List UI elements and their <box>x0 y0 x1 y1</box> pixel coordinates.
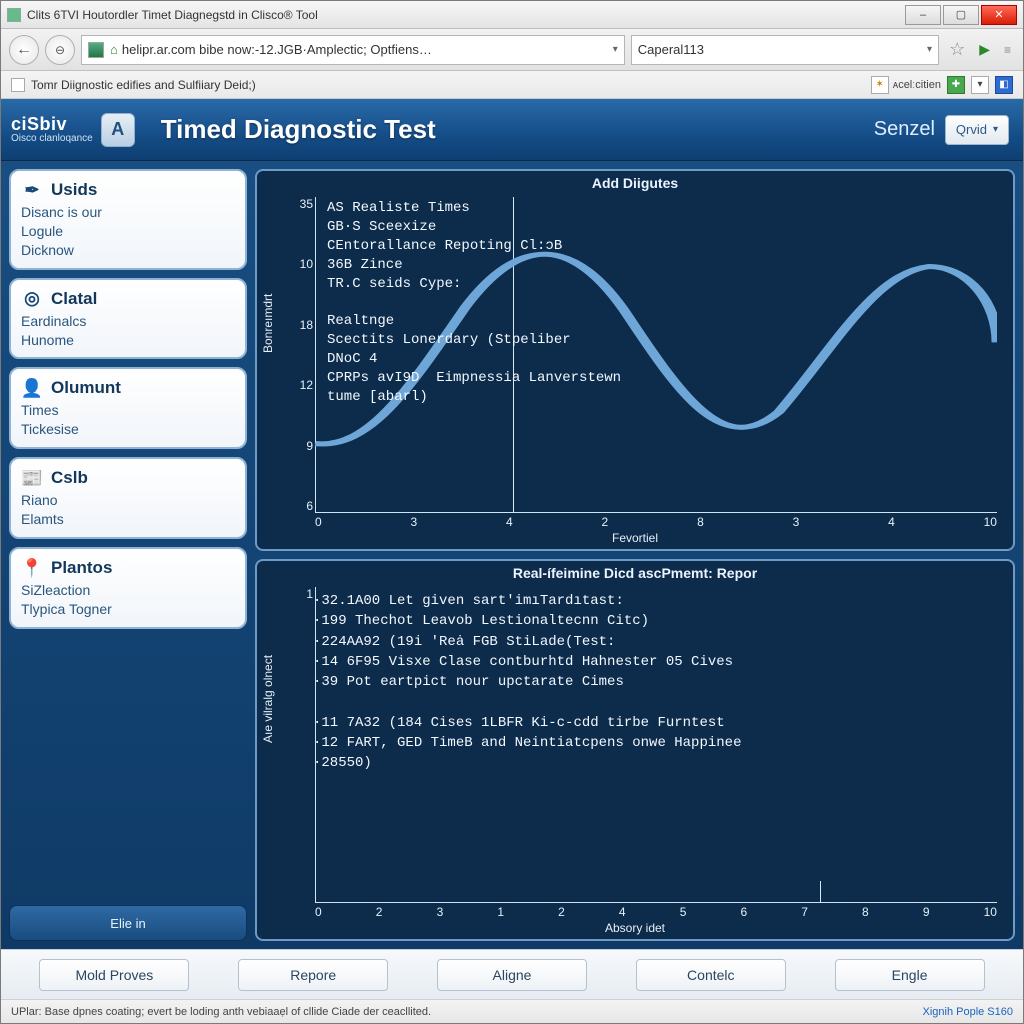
chart-yticks: 1 <box>287 587 313 903</box>
chart-overlay-text: ·32.1A00 Let given sart'imıTardıtast: ·1… <box>313 591 993 774</box>
browser-tab-row: Tomr Diignostic edifies and Sulfiiary De… <box>1 71 1023 99</box>
url-scheme-icon: ⌂ <box>110 42 118 57</box>
footer-button[interactable]: Engle <box>835 959 985 991</box>
app-window: Clits 6TVI Houtordler Timet Diagnegstd i… <box>0 0 1024 1024</box>
header-dropdown-label: Qrvid <box>956 122 987 137</box>
sidebar-item-title: Cslb <box>51 468 88 488</box>
signin-label: Elie in <box>110 916 145 931</box>
chart-ylabel: Aıe vilralg olnect <box>261 655 275 743</box>
pin-icon: 📍 <box>21 557 43 579</box>
sidebar-item-sub: Eardinalcs Hunome <box>21 312 235 350</box>
footer-button[interactable]: Repore <box>238 959 388 991</box>
sidebar-item-sub: Disanc is our Logule Dicknow <box>21 203 235 260</box>
page-title: Timed Diagnostic Test <box>161 114 436 145</box>
sidebar-item-title: Usids <box>51 180 97 200</box>
url-bar[interactable]: ⌂ helipr.ar.com bibe now:-12.JGB·Amplect… <box>81 35 625 65</box>
chart-xticks: 0231245678910 <box>315 905 997 919</box>
go-button[interactable]: ▶ <box>975 41 994 58</box>
tab-favicon <box>11 78 25 92</box>
bottom-button-row: Mold Proves Repore Aligne Contelc Engle <box>1 949 1023 999</box>
chart-panel-top: Add Diigutes Bonreımdrt Fevortiel 351018… <box>255 169 1015 551</box>
sidebar-item-usids[interactable]: ✒ Usids Disanc is our Logule Dicknow <box>9 169 247 270</box>
url-dropdown-icon[interactable]: ▾ <box>607 44 618 55</box>
chart-xlabel: Fevortiel <box>612 531 658 545</box>
sidebar-item-title: Olumunt <box>51 378 121 398</box>
nav-back-button[interactable]: ← <box>9 35 39 65</box>
sidebar-item-sub: Riano Elamts <box>21 491 235 529</box>
header-dropdown-button[interactable]: Qrvid ▾ <box>945 115 1009 145</box>
footer-button[interactable]: Mold Proves <box>39 959 189 991</box>
chart-xlabel: Absory idet <box>605 921 665 935</box>
brand-logo-icon: A <box>101 113 135 147</box>
chart-title: Add Diigutes <box>592 175 678 191</box>
sidebar-item-cslb[interactable]: 📰 Cslb Riano Elamts <box>9 457 247 539</box>
chart-yticks: 3510181296 <box>287 197 313 513</box>
status-bar: UPlar: Base dpnes coating; evert be lodi… <box>1 999 1023 1023</box>
brand-name: ciSbiv <box>11 115 93 134</box>
site-favicon <box>88 42 104 58</box>
window-title: Clits 6TVI Houtordler Timet Diagnegstd i… <box>27 8 318 22</box>
sidebar-item-sub: SiZleaction Tlypica Togner <box>21 581 235 619</box>
window-max-button[interactable]: ▢ <box>943 5 979 25</box>
footer-button[interactable]: Aligne <box>437 959 587 991</box>
nav-stop-button[interactable]: ⊖ <box>45 35 75 65</box>
search-dropdown-icon[interactable]: ▾ <box>921 44 932 55</box>
sidebar-item-title: Plantos <box>51 558 112 578</box>
extension-dropdown[interactable]: ▾ <box>971 76 989 94</box>
url-text: helipr.ar.com bibe now:-12.JGB·Amplectic… <box>122 42 432 57</box>
chart-panel-bottom: Real-ífeimine Dicd ascPmemt: Repor Aıe v… <box>255 559 1015 941</box>
app-header: ciSbiv Oisco clanloqance A Timed Diagnos… <box>1 99 1023 161</box>
chart-spike <box>820 881 821 903</box>
window-min-button[interactable]: – <box>905 5 941 25</box>
extension-label: ᴀcelːcitien <box>893 79 941 91</box>
user-icon: 👤 <box>21 377 43 399</box>
bookmark-star-icon[interactable]: ☆ <box>945 39 969 60</box>
window-icon <box>7 8 21 22</box>
sidebar-item-title: Clatal <box>51 289 97 309</box>
brand-block: ciSbiv Oisco clanloqance A <box>11 113 135 147</box>
app-body: ✒ Usids Disanc is our Logule Dicknow ◎ Cla… <box>1 161 1023 949</box>
pen-icon: ✒ <box>21 179 43 201</box>
footer-button[interactable]: Contelc <box>636 959 786 991</box>
sidebar: ✒ Usids Disanc is our Logule Dicknow ◎ Cla… <box>9 169 247 941</box>
tab-title[interactable]: Tomr Diignostic edifies and Sulfiiary De… <box>31 78 256 92</box>
chart-overlay-text: AS Realiste Times GB·S Sceexize CEntoral… <box>327 199 993 407</box>
signin-button[interactable]: Elie in <box>9 905 247 941</box>
status-right: Xignih Pople S160 <box>922 1006 1013 1018</box>
extension-icon-2[interactable]: ✚ <box>947 76 965 94</box>
browser-toolbar: ← ⊖ ⌂ helipr.ar.com bibe now:-12.JGB·Amp… <box>1 29 1023 71</box>
toolbar-overflow-icon[interactable]: ≡ <box>1000 43 1015 57</box>
window-titlebar: Clits 6TVI Houtordler Timet Diagnegstd i… <box>1 1 1023 29</box>
extension-icon-3[interactable]: ◧ <box>995 76 1013 94</box>
sidebar-item-olumunt[interactable]: 👤 Olumunt Times Tickesise <box>9 367 247 449</box>
header-right-label: Senzel <box>874 118 935 141</box>
gear-icon: ◎ <box>21 288 43 310</box>
status-left: UPlar: Base dpnes coating; evert be lodi… <box>11 1006 431 1018</box>
chart-xticks: 034283410 <box>315 515 997 529</box>
chevron-down-icon: ▾ <box>993 124 998 135</box>
sidebar-item-sub: Times Tickesise <box>21 401 235 439</box>
window-close-button[interactable]: ✕ <box>981 5 1017 25</box>
extension-icon-1[interactable]: ✶ <box>871 76 889 94</box>
brand-subtitle: Oisco clanloqance <box>11 134 93 145</box>
chart-title: Real-ífeimine Dicd ascPmemt: Repor <box>513 565 757 581</box>
chart-ylabel: Bonreımdrt <box>261 294 275 353</box>
sidebar-item-plantos[interactable]: 📍 Plantos SiZleaction Tlypica Togner <box>9 547 247 629</box>
main-area: Add Diigutes Bonreımdrt Fevortiel 351018… <box>255 169 1015 941</box>
search-bar[interactable]: Caperal113 ▾ <box>631 35 939 65</box>
document-icon: 📰 <box>21 467 43 489</box>
sidebar-item-clatal[interactable]: ◎ Clatal Eardinalcs Hunome <box>9 278 247 360</box>
search-text: Caperal113 <box>638 42 704 57</box>
